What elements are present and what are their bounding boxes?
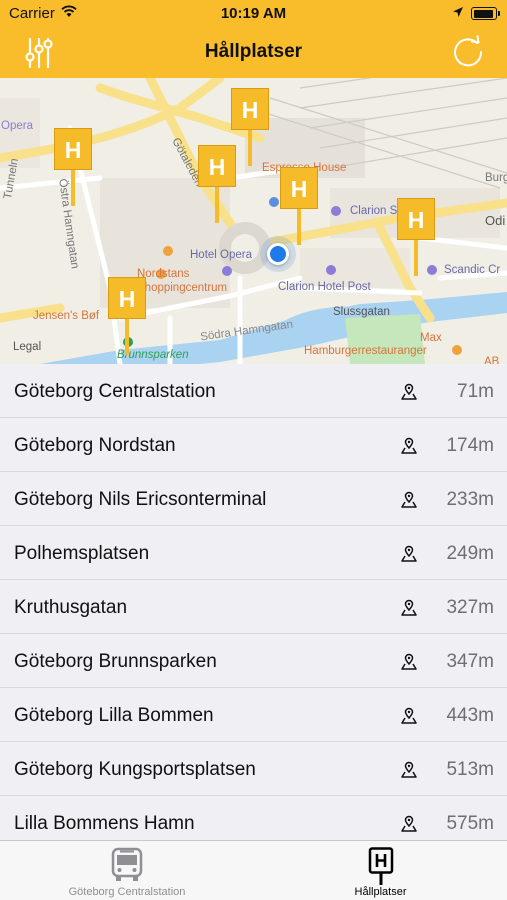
stop-name: Göteborg Centralstation [14, 381, 216, 402]
map-label-hamburger: Hamburgerrestauranger [304, 345, 427, 357]
stop-name: Polhemsplatsen [14, 543, 150, 564]
stop-row[interactable]: Göteborg Kungsportsplatsen 513m [0, 742, 507, 796]
user-location-dot [260, 236, 296, 272]
battery-icon [471, 7, 500, 20]
stop-pin-flag: H [280, 167, 318, 209]
tab-stops[interactable]: Hållplatser [254, 841, 507, 900]
stop-distance: 443m [446, 705, 494, 726]
map-label-max: Max [420, 332, 442, 344]
tab-bar: Göteborg Centralstation Hållplatser [0, 840, 507, 900]
map-pin-icon [401, 491, 417, 508]
nav-bar: Hållplatser [0, 28, 507, 78]
map-label-jensens: Jensen's Bøf [33, 310, 100, 322]
stop-pin[interactable]: H [280, 167, 318, 245]
stop-distance: 249m [446, 543, 494, 564]
stop-pin-flag: H [54, 128, 92, 170]
stop-pin[interactable]: H [397, 198, 435, 276]
stop-pin[interactable]: H [231, 88, 269, 166]
stop-pin[interactable]: H [54, 128, 92, 206]
stop-distance: 233m [446, 489, 494, 510]
map-legal-link[interactable]: Legal [13, 341, 41, 353]
stop-pin-flag: H [108, 277, 146, 319]
stop-row[interactable]: Göteborg Lilla Bommen 443m [0, 688, 507, 742]
map-pin-icon [401, 545, 417, 562]
map-pin-icon [401, 599, 417, 616]
stop-pin-flag: H [231, 88, 269, 130]
stop-pin-pole [215, 187, 219, 223]
stop-distance: 347m [446, 651, 494, 672]
status-time: 10:19 AM [220, 5, 287, 22]
map-label-hotel-opera: Hotel Opera [190, 249, 253, 261]
map-label-clarion-hotel-post: Clarion Hotel Post [278, 281, 371, 293]
stop-pin-pole [414, 240, 418, 276]
map-pin-icon [401, 437, 417, 454]
stop-row[interactable]: Lilla Bommens Hamn 575m [0, 796, 507, 840]
map-pin-icon [401, 383, 417, 400]
stop-row[interactable]: Göteborg Centralstation 71m [0, 364, 507, 418]
stop-name: Göteborg Lilla Bommen [14, 705, 214, 726]
stop-name: Göteborg Nordstan [14, 435, 176, 456]
stop-row[interactable]: Kruthusgatan 327m [0, 580, 507, 634]
map-pin-icon [401, 653, 417, 670]
stop-name: Göteborg Nils Ericsonterminal [14, 489, 267, 510]
stop-name: Kruthusgatan [14, 597, 128, 618]
map-label-hamburger-ab: AB [484, 356, 500, 364]
stop-distance: 71m [457, 381, 494, 402]
map-view[interactable]: Opera Espresso House Clarion Station Bur… [0, 78, 507, 364]
stop-name: Göteborg Kungsportsplatsen [14, 759, 256, 780]
stop-pin[interactable]: H [198, 145, 236, 223]
tab-departures-label: Göteborg Centralstation [68, 886, 186, 898]
stop-row[interactable]: Polhemsplatsen 249m [0, 526, 507, 580]
stop-pin[interactable]: H [108, 277, 146, 355]
app-root: Carrier 10:19 AM Hållplatser Opera House… [0, 0, 507, 900]
map-pin-icon [401, 815, 417, 832]
stop-pin-pole [71, 170, 75, 206]
stop-name: Göteborg Brunnsparken [14, 651, 217, 672]
map-pin-icon [401, 761, 417, 778]
stop-pin-pole [297, 209, 301, 245]
status-bar: Carrier 10:19 AM [0, 0, 507, 28]
tab-departures[interactable]: Göteborg Centralstation [0, 841, 254, 900]
stop-pin-flag: H [198, 145, 236, 187]
page-title: Hållplatser [204, 41, 303, 62]
stop-pin-pole [125, 319, 129, 355]
tab-stops-label: Hållplatser [354, 886, 407, 898]
map-label-opera: Opera [1, 120, 33, 132]
location-arrow-icon [453, 7, 463, 17]
stop-row[interactable]: Göteborg Brunnsparken 347m [0, 634, 507, 688]
refresh-icon[interactable] [450, 34, 486, 70]
stop-distance: 174m [446, 435, 494, 456]
map-pin-icon [401, 707, 417, 724]
stop-list[interactable]: Göteborg Centralstation 71m Göteborg Nor… [0, 364, 507, 840]
stop-pin-flag: H [397, 198, 435, 240]
stop-row[interactable]: Göteborg Nordstan 174m [0, 418, 507, 472]
stop-pin-pole [248, 130, 252, 166]
stop-distance: 575m [446, 813, 494, 834]
map-label-scandic: Scandic Cr [444, 264, 501, 276]
stop-distance: 513m [446, 759, 494, 780]
stop-name: Lilla Bommens Hamn [14, 813, 195, 834]
battery-level [473, 9, 494, 18]
map-label-odi: Odi [485, 213, 506, 228]
bus-icon [111, 847, 143, 881]
bus-stop-icon [368, 847, 394, 885]
stop-distance: 327m [446, 597, 494, 618]
stop-row[interactable]: Göteborg Nils Ericsonterminal 233m [0, 472, 507, 526]
map-label-burg: Burg [485, 172, 507, 184]
map-label-slussgatan: Slussgatan [333, 306, 390, 318]
map-label-shoppingcentrum: Shoppingcentrum [137, 282, 228, 294]
